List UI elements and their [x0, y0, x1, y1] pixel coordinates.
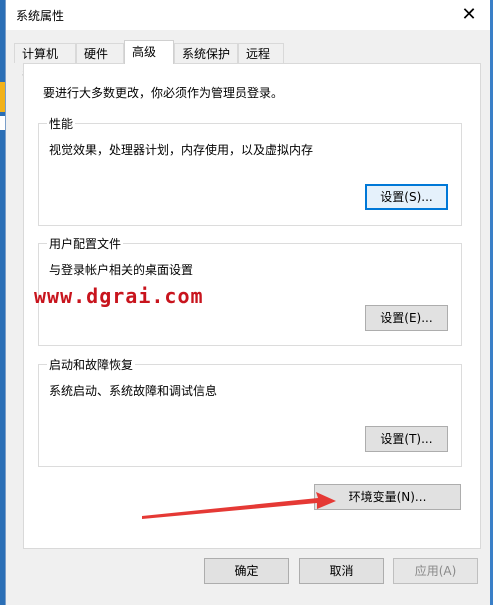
- red-arrow-annotation: [142, 492, 336, 519]
- arrow-icon: [142, 492, 336, 519]
- tab-advanced[interactable]: 高级: [124, 40, 174, 64]
